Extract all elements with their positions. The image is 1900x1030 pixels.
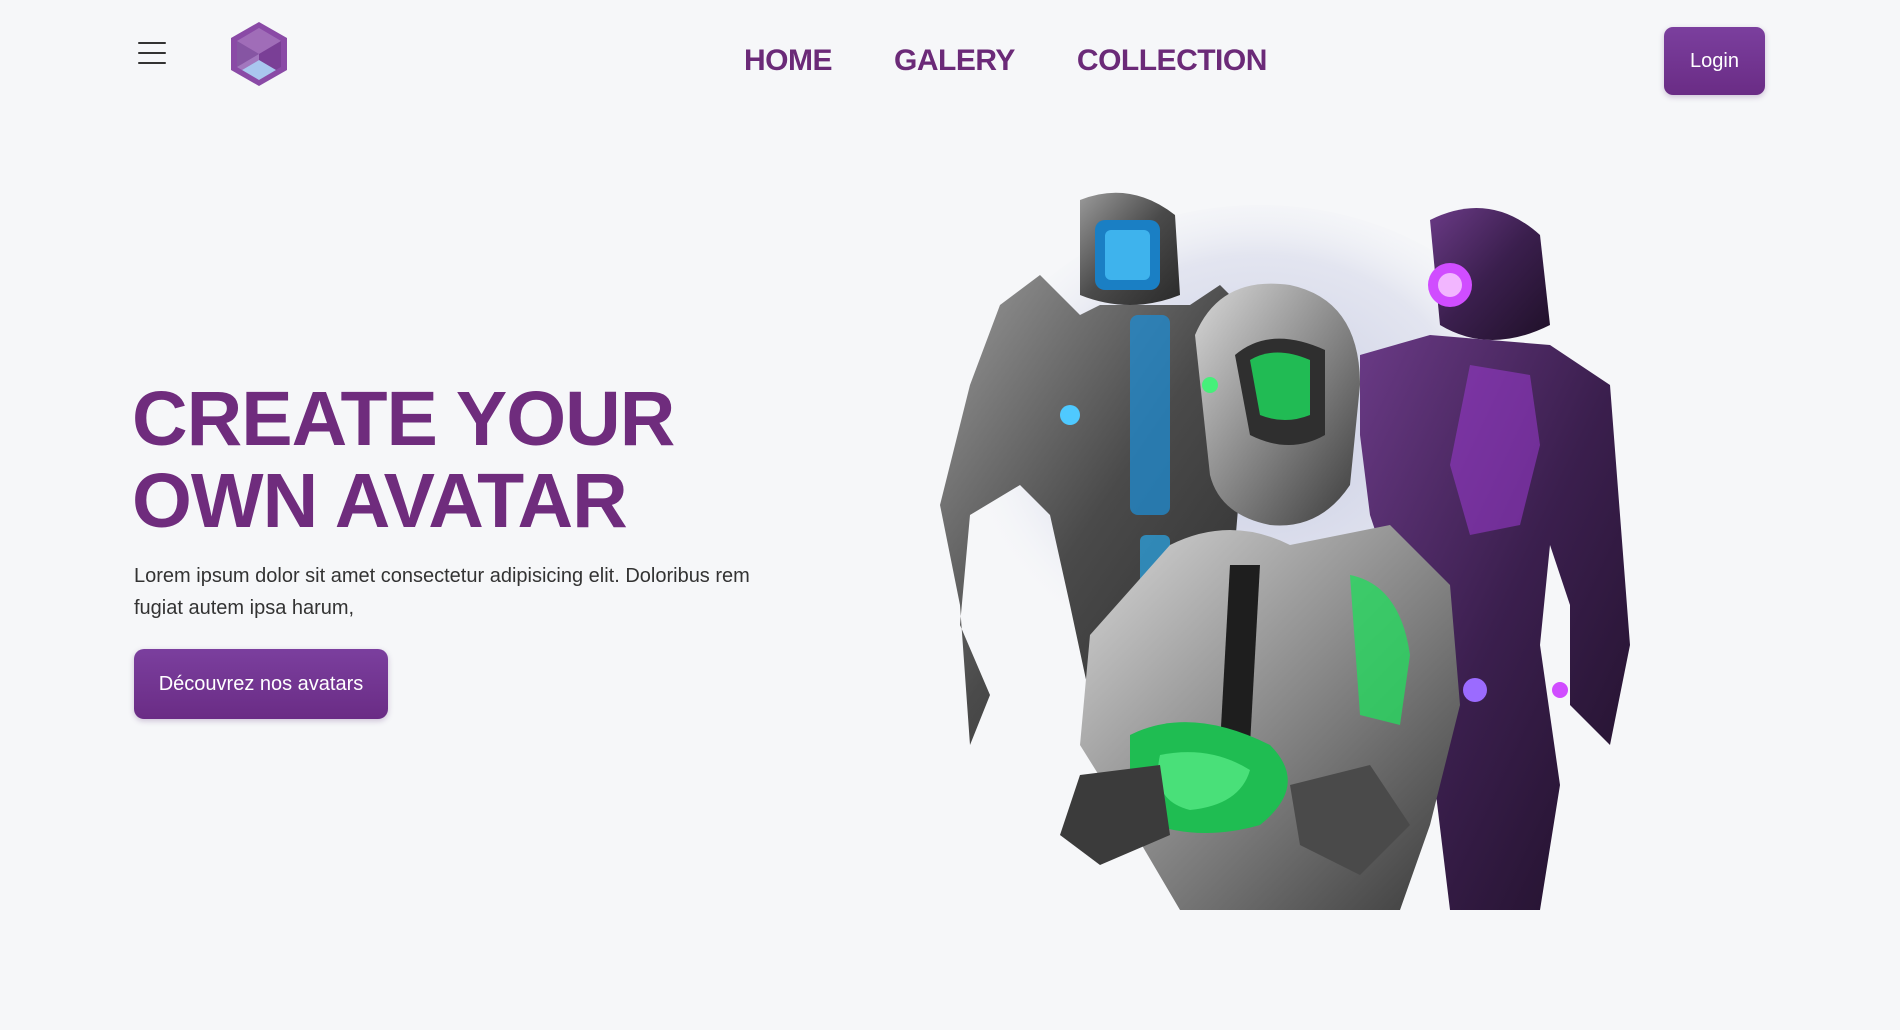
hamburger-menu-icon[interactable] — [138, 40, 166, 66]
hamburger-line — [138, 52, 166, 54]
login-button[interactable]: Login — [1664, 27, 1765, 95]
hamburger-line — [138, 42, 166, 44]
main-nav: HOME GALERY COLLECTION — [744, 44, 1267, 78]
nav-collection[interactable]: COLLECTION — [1077, 44, 1268, 78]
hero-title-line1: CREATE YOUR — [132, 376, 675, 462]
hero-title-line2: OWN AVATAR — [132, 458, 628, 544]
hamburger-line — [138, 62, 166, 64]
nav-home[interactable]: HOME — [744, 44, 833, 78]
discover-avatars-button[interactable]: Découvrez nos avatars — [134, 649, 388, 719]
hero-title: CREATE YOUR OWN AVATAR — [132, 378, 692, 542]
site-header: HOME GALERY COLLECTION Login — [0, 0, 1900, 125]
nav-galery[interactable]: GALERY — [894, 44, 1015, 78]
hexagon-cube-logo-icon[interactable] — [228, 20, 290, 88]
hero-description: Lorem ipsum dolor sit amet consectetur a… — [134, 565, 750, 619]
robot-avatars-illustration — [940, 192, 1630, 910]
landing-page: HOME GALERY COLLECTION Login CREATE YOUR… — [0, 0, 1900, 1030]
